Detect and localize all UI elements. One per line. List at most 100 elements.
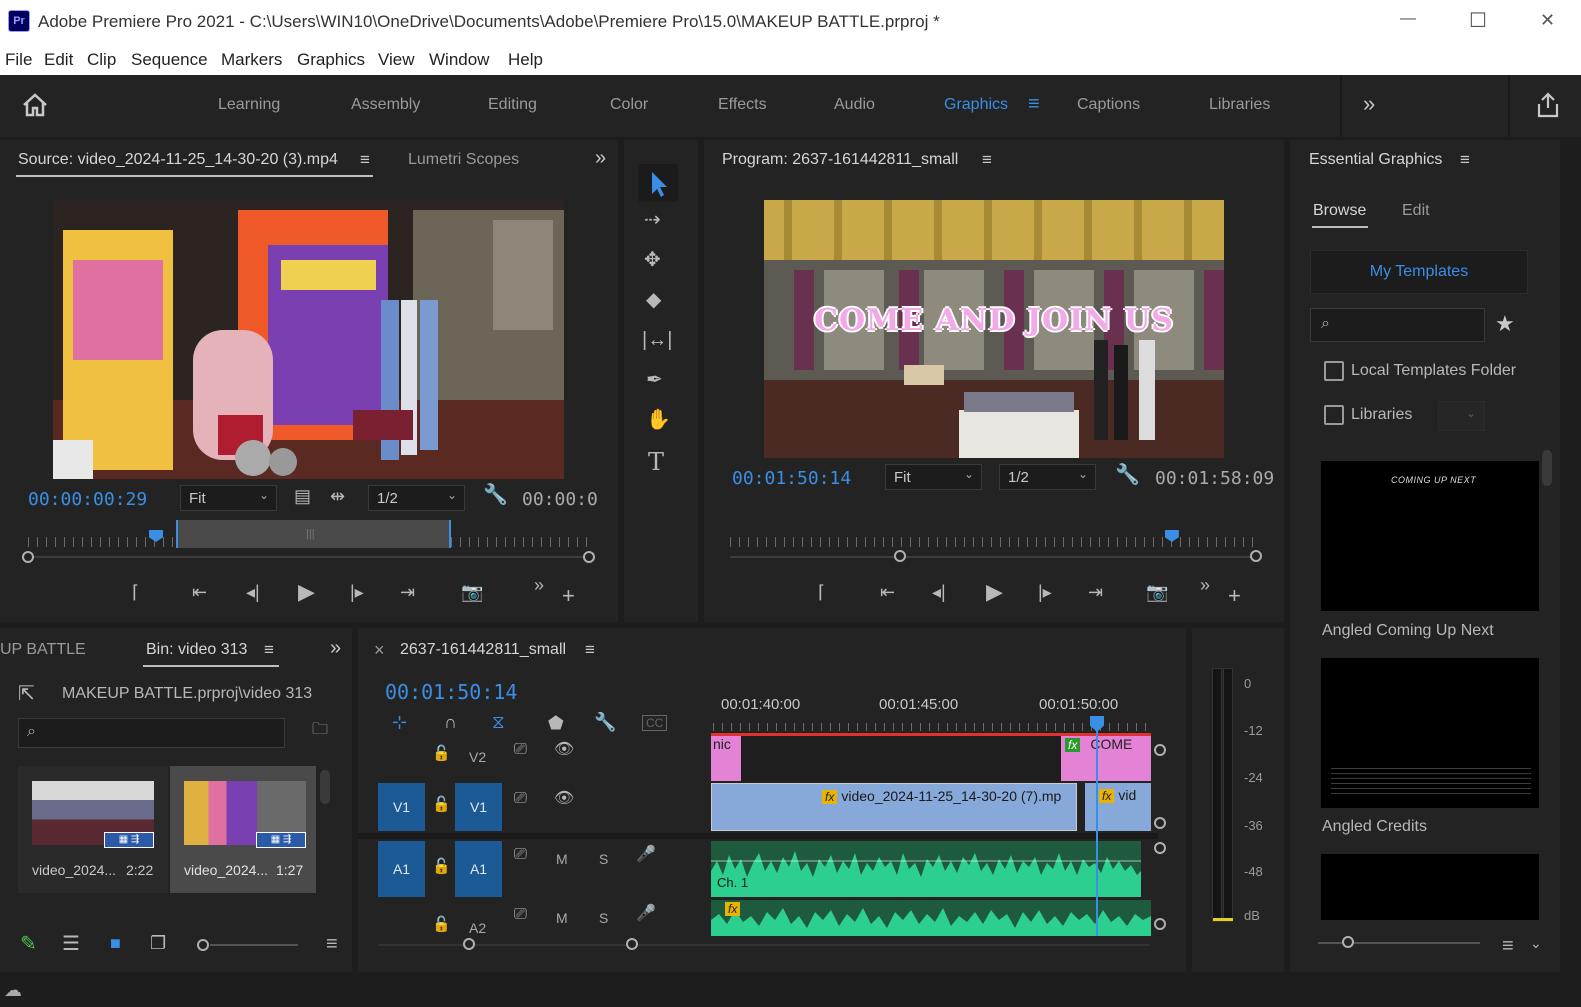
track-target-a1[interactable]: A1 [455, 841, 502, 897]
toggle-sync-lock-icon[interactable]: ⎚ [514, 847, 527, 863]
lock-icon[interactable]: 🔓 [432, 797, 451, 812]
lock-icon[interactable]: 🔓 [432, 917, 451, 932]
timeline-zoom-end-handle[interactable] [626, 938, 638, 950]
toggle-sync-lock-icon[interactable]: ⎚ [514, 742, 527, 758]
workspace-captions[interactable]: Captions [1077, 96, 1140, 114]
menu-file[interactable]: File [5, 50, 32, 70]
go-to-out-icon[interactable]: ⇥ [400, 583, 415, 601]
overflow-icon[interactable]: » [534, 576, 544, 594]
clip-v1-main[interactable]: fx video_2024-11-25_14-30-20 (7).mp [711, 783, 1077, 831]
pen-tool-icon[interactable]: ✒ [646, 370, 663, 390]
program-time-ruler[interactable] [730, 537, 1256, 547]
play-icon[interactable]: ▶ [298, 581, 315, 603]
essential-graphics-menu-icon[interactable]: ≡ [1460, 150, 1470, 170]
source-timecode[interactable]: 00:00:00:29 [28, 489, 147, 510]
go-to-in-icon[interactable]: ⇤ [192, 583, 207, 601]
hand-tool-icon[interactable]: ✋ [646, 410, 671, 430]
bin-menu-icon[interactable]: ≡ [264, 640, 274, 660]
toggle-sync-lock-icon[interactable]: ⎚ [514, 907, 527, 923]
menu-help[interactable]: Help [508, 50, 543, 70]
lock-icon[interactable]: 🔓 [432, 859, 451, 874]
lock-icon[interactable]: 🔓 [432, 746, 451, 761]
snap-icon[interactable]: ∩ [444, 713, 457, 731]
close-button[interactable]: ✕ [1540, 10, 1555, 31]
my-templates-button[interactable]: My Templates [1310, 250, 1528, 294]
list-view-icon[interactable]: ☰ [62, 934, 80, 954]
go-to-out-icon[interactable]: ⇥ [1088, 583, 1103, 601]
workspace-audio[interactable]: Audio [834, 96, 875, 114]
tab-edit[interactable]: Edit [1402, 202, 1430, 220]
export-frame-icon[interactable]: 📷 [461, 583, 483, 601]
nest-sequence-icon[interactable]: ⊹ [392, 713, 407, 731]
home-icon[interactable] [22, 93, 48, 117]
pencil-icon[interactable]: ✎ [20, 934, 37, 954]
step-back-icon[interactable]: ◂| [932, 583, 946, 601]
program-zoom-start-handle[interactable] [894, 550, 906, 562]
tab-lumetri-scopes[interactable]: Lumetri Scopes [408, 151, 519, 169]
bin-search-input[interactable]: ⌕ [18, 718, 285, 748]
clip-v1-right[interactable]: fx vid [1085, 783, 1151, 831]
program-zoom-end-handle[interactable] [1250, 550, 1262, 562]
bin-item[interactable]: ▦ ⇶ video_2024... 2:22 [18, 766, 168, 893]
share-icon[interactable] [1536, 92, 1560, 123]
workspace-color[interactable]: Color [610, 96, 648, 114]
tab-bin[interactable]: Bin: video 313 [146, 641, 247, 659]
clip-a1-audio[interactable]: Ch. 1 [711, 841, 1141, 897]
workspace-menu-icon[interactable]: ≡ [1028, 93, 1040, 116]
program-menu-icon[interactable]: ≡ [982, 150, 992, 170]
microphone-icon[interactable]: 🎤 [636, 847, 656, 863]
type-tool-icon[interactable]: T [648, 450, 664, 474]
track-resize-handle[interactable] [1154, 817, 1166, 829]
mute-button[interactable]: M [556, 910, 568, 926]
menu-sequence[interactable]: Sequence [131, 50, 208, 70]
workspace-libraries[interactable]: Libraries [1209, 96, 1270, 114]
selection-tool-icon[interactable] [638, 164, 678, 202]
timeline-close-icon[interactable]: × [374, 640, 385, 661]
source-zoom-start-handle[interactable] [22, 551, 34, 563]
track-resize-handle[interactable] [1154, 744, 1166, 756]
maximize-button[interactable]: ☐ [1469, 8, 1487, 33]
program-zoom-bar[interactable] [730, 556, 1256, 558]
go-to-in-icon[interactable]: ⇤ [880, 583, 895, 601]
track-resize-handle[interactable] [1154, 918, 1166, 930]
chevron-down-icon[interactable]: ⌄ [1530, 936, 1542, 950]
ripple-edit-tool-icon[interactable]: ✥ [644, 250, 661, 270]
workspace-graphics[interactable]: Graphics [944, 96, 1008, 114]
template-thumb-angled-credits[interactable] [1321, 658, 1539, 808]
solo-button[interactable]: S [599, 910, 608, 926]
workspace-assembly[interactable]: Assembly [351, 96, 420, 114]
timeline-ruler[interactable] [713, 723, 1153, 731]
solo-button[interactable]: S [599, 851, 608, 867]
add-button-icon[interactable]: + [1228, 585, 1241, 607]
wrench-icon[interactable]: 🔧 [594, 713, 616, 731]
timeline-zoom-start-handle[interactable] [463, 938, 475, 950]
mark-in-icon[interactable]: ⌈ [132, 583, 139, 601]
track-select-tool-icon[interactable]: ⇢ [644, 210, 661, 230]
eye-icon[interactable]: 👁 [554, 791, 574, 807]
template-search-input[interactable]: ⌕ [1310, 308, 1485, 342]
panel-overflow-icon[interactable]: » [330, 637, 341, 660]
source-zoom-bar[interactable] [28, 556, 590, 558]
timeline-playhead-line[interactable] [1096, 730, 1098, 936]
step-forward-icon[interactable]: |▸ [350, 583, 364, 601]
safe-margins-icon[interactable]: ▤ [294, 487, 311, 505]
step-back-icon[interactable]: ◂| [246, 583, 260, 601]
icon-view-icon[interactable]: ■ [110, 934, 121, 952]
source-zoom-end-handle[interactable] [583, 551, 595, 563]
timeline-timecode[interactable]: 00:01:50:14 [385, 680, 517, 704]
up-folder-icon[interactable]: ⇱ [18, 684, 35, 704]
menu-markers[interactable]: Markers [221, 50, 282, 70]
libraries-checkbox[interactable] [1324, 405, 1344, 425]
export-frame-icon[interactable]: 📷 [1146, 583, 1168, 601]
timeline-menu-icon[interactable]: ≡ [585, 640, 595, 660]
local-templates-checkbox[interactable] [1324, 361, 1344, 381]
workspace-effects[interactable]: Effects [718, 96, 767, 114]
menu-graphics[interactable]: Graphics [297, 50, 365, 70]
linked-selection-icon[interactable]: ⧖ [492, 713, 505, 731]
tab-project[interactable]: UP BATTLE [0, 641, 86, 659]
clip-v2-right-graphic[interactable]: fx COME [1061, 736, 1151, 781]
menu-window[interactable]: Window [429, 50, 489, 70]
eye-icon[interactable]: 👁 [554, 742, 574, 758]
template-thumb-angled-coming-up-next[interactable]: COMING UP NEXT [1321, 461, 1539, 611]
menu-clip[interactable]: Clip [87, 50, 116, 70]
